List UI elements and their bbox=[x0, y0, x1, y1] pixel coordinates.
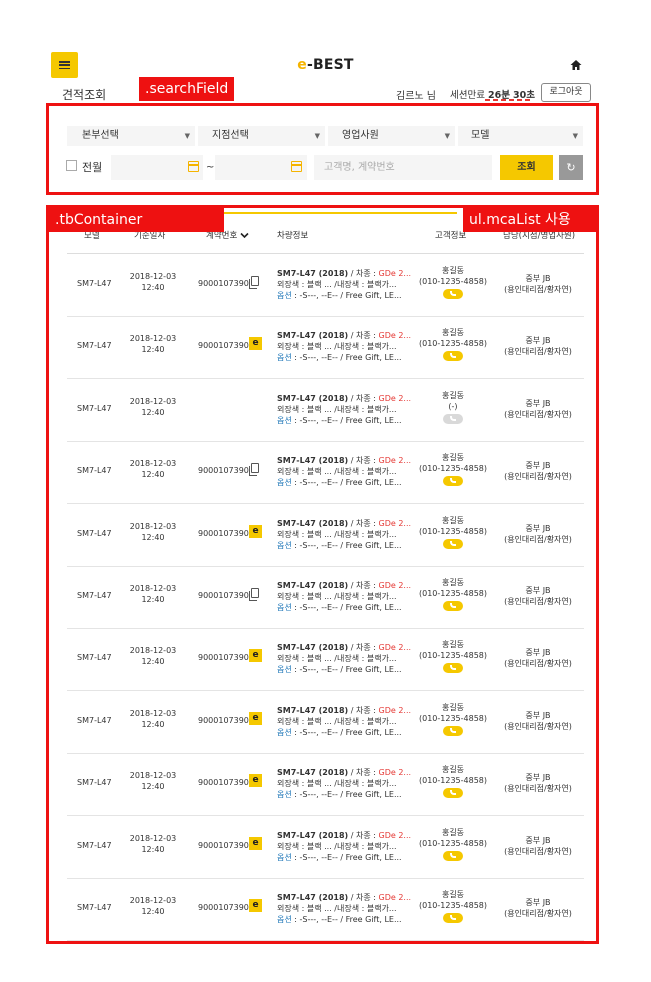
mca-list-annotation-label: ul.mcaList 사용 bbox=[463, 208, 596, 232]
app-logo: e-BEST bbox=[297, 57, 354, 73]
user-name: 김르노 님 bbox=[396, 91, 436, 102]
session-timer-indicator bbox=[485, 99, 530, 101]
search-field-annotation-box bbox=[46, 103, 599, 195]
page-title: 견적조회 bbox=[62, 88, 107, 102]
home-icon[interactable] bbox=[569, 58, 583, 72]
logout-button[interactable]: 로그아웃 bbox=[541, 83, 591, 102]
tb-container-annotation-label: .tbContainer bbox=[49, 208, 224, 232]
tb-container-annotation-box bbox=[46, 205, 599, 944]
search-field-annotation-label: .searchField bbox=[139, 77, 235, 101]
